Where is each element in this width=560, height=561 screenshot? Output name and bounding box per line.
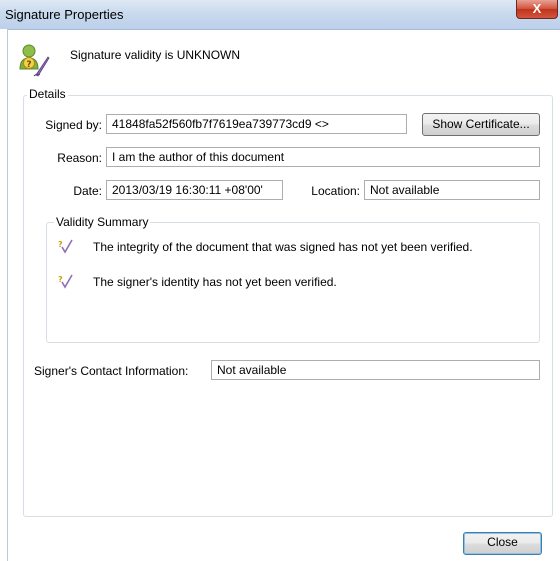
validity-summary-label: Validity Summary	[54, 215, 151, 229]
svg-text:?: ?	[26, 60, 31, 70]
signature-unknown-icon: ?	[19, 44, 50, 77]
window-title: Signature Properties	[5, 7, 124, 22]
window-close-button[interactable]: X	[516, 0, 558, 19]
question-check-icon: ?	[58, 274, 73, 289]
close-button[interactable]: Close	[463, 532, 542, 555]
details-group-label: Details	[27, 87, 68, 101]
contact-info-label: Signer's Contact Information:	[34, 364, 189, 378]
signed-by-label: Signed by:	[45, 118, 102, 132]
reason-label: Reason:	[57, 151, 102, 165]
signed-by-field[interactable]: 41848fa52f560fb7f7619ea739773cd9 <>	[106, 114, 407, 134]
reason-field[interactable]: I am the author of this document	[106, 147, 540, 167]
signature-status-text: Signature validity is UNKNOWN	[70, 48, 241, 62]
identity-status-text: The signer's identity has not yet been v…	[93, 275, 337, 289]
location-field[interactable]: Not available	[364, 180, 540, 200]
integrity-status-text: The integrity of the document that was s…	[93, 240, 473, 254]
date-label: Date:	[73, 184, 102, 198]
window-left-border-line	[7, 29, 8, 561]
contact-info-field[interactable]: Not available	[211, 360, 540, 380]
show-certificate-button[interactable]: Show Certificate...	[422, 113, 540, 136]
title-bar[interactable]: Signature Properties X	[0, 0, 560, 30]
date-field[interactable]: 2013/03/19 16:30:11 +08'00'	[106, 180, 283, 200]
question-check-icon: ?	[58, 239, 73, 254]
location-label: Location:	[311, 184, 360, 198]
